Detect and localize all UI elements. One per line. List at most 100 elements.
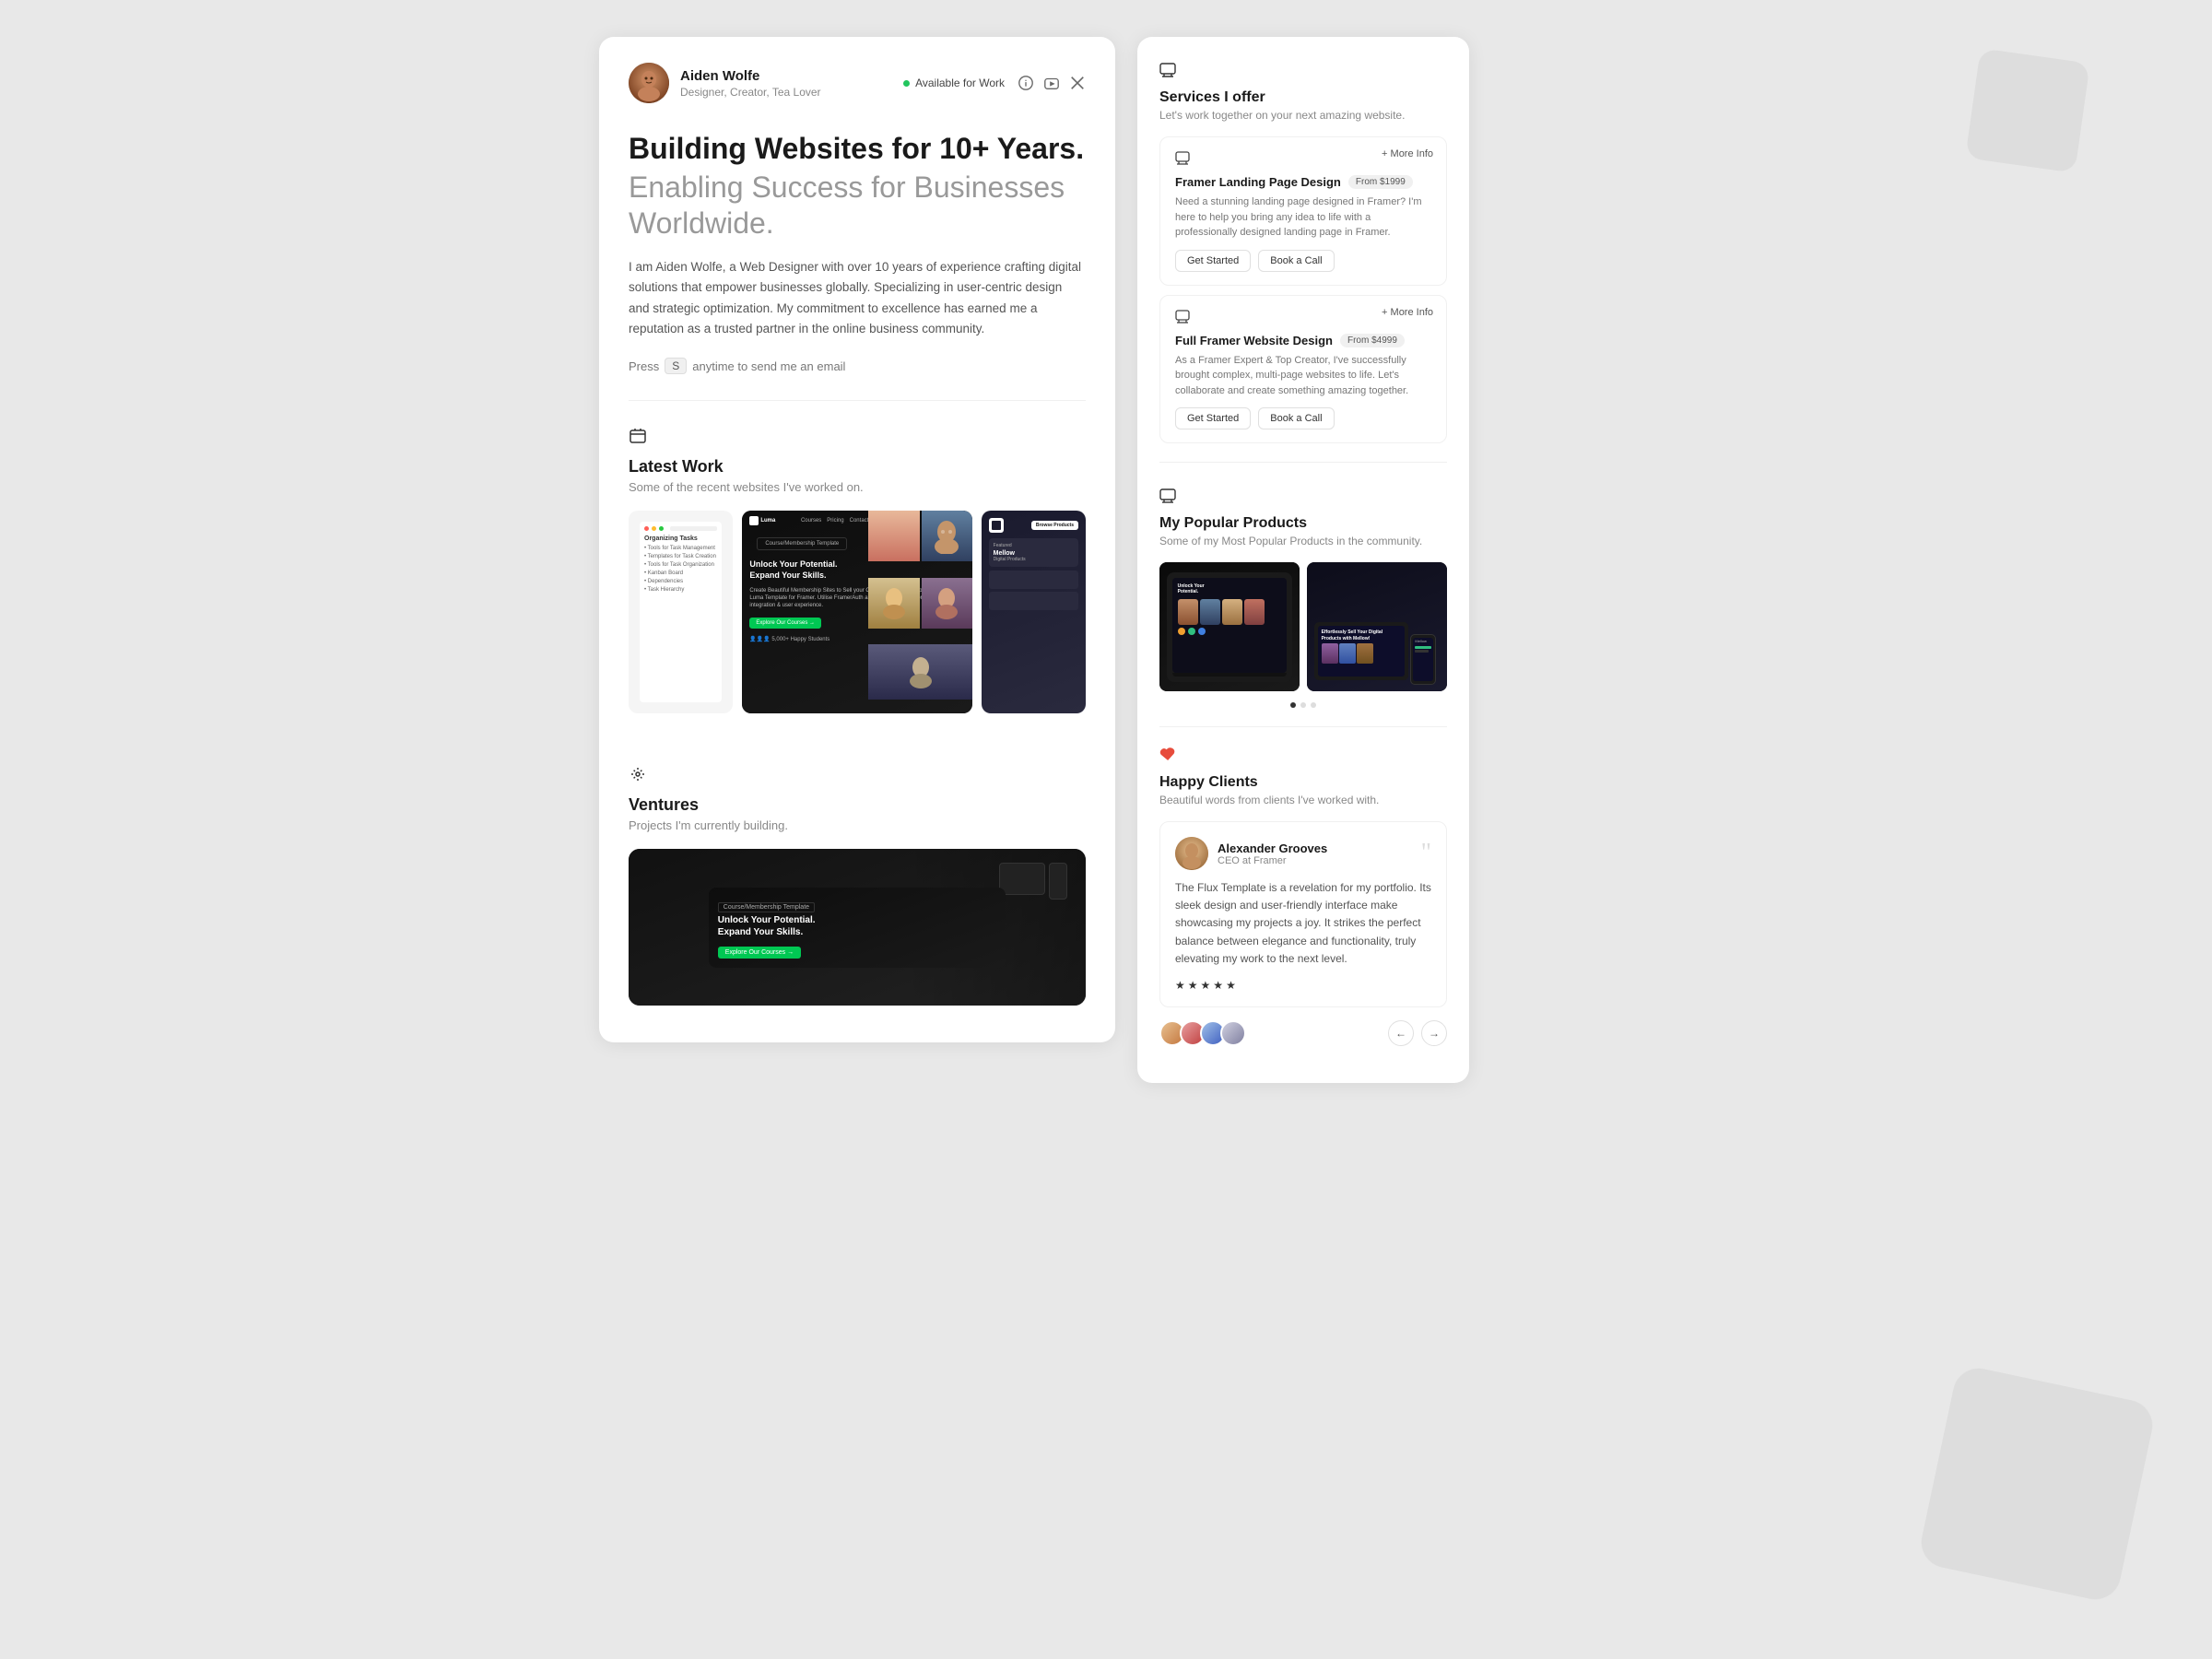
ventures-section: Ventures Projects I'm currently building… xyxy=(599,739,1115,1006)
product-card-2[interactable]: Effortlessly Sell Your Digital Products … xyxy=(1307,562,1447,691)
service-title-1: Framer Landing Page Design xyxy=(1175,175,1341,189)
card3-subtitle: Featured xyxy=(994,543,1074,548)
testimonial-name: Alexander Grooves xyxy=(1218,841,1327,855)
more-info-btn-1[interactable]: + More Info xyxy=(1382,148,1433,159)
testimonial-avatar xyxy=(1175,837,1208,870)
get-started-btn-1[interactable]: Get Started xyxy=(1175,250,1251,272)
hero-title-sub: Enabling Success for Businesses Worldwid… xyxy=(629,170,1086,241)
profile-header: Aiden Wolfe Designer, Creator, Tea Lover… xyxy=(599,37,1115,122)
testimonial-text: The Flux Template is a revelation for my… xyxy=(1175,879,1431,968)
venture-heading: Unlock Your Potential. xyxy=(718,915,996,925)
avatar xyxy=(629,63,669,103)
service-price-2: From $4999 xyxy=(1340,334,1405,347)
card1-item5: • Dependencies xyxy=(644,579,717,584)
left-panel: Aiden Wolfe Designer, Creator, Tea Lover… xyxy=(599,37,1115,1042)
card1-item4: • Kanban Board xyxy=(644,571,717,576)
carousel-dots xyxy=(1159,702,1447,708)
ventures-desc: Projects I'm currently building. xyxy=(629,818,1086,832)
star-4: ★ xyxy=(1213,979,1223,992)
ventures-card[interactable]: Course/Membership Template Unlock Your P… xyxy=(629,849,1086,1006)
carousel-dot-1[interactable] xyxy=(1290,702,1296,708)
work-card-2[interactable]: Luma CoursesPricingContact & SupportAbou… xyxy=(742,511,971,713)
service-desc-2: As a Framer Expert & Top Creator, I've s… xyxy=(1175,353,1431,399)
social-icons xyxy=(1018,75,1086,91)
services-icon xyxy=(1159,61,1447,82)
service-title-row-2: Full Framer Website Design From $4999 xyxy=(1175,334,1431,347)
carousel-dot-3[interactable] xyxy=(1311,702,1316,708)
service-buttons-1: Get Started Book a Call xyxy=(1175,250,1431,272)
header-right: Available for Work xyxy=(903,75,1086,91)
ventures-title: Ventures xyxy=(629,795,1086,815)
p2-heading: Effortlessly Sell Your Digital Products … xyxy=(1322,629,1402,641)
work-card-3[interactable]: Browse Products Featured Mellow Digital … xyxy=(982,511,1086,713)
star-3: ★ xyxy=(1201,979,1211,992)
testimonial-author-info: Alexander Grooves CEO at Framer xyxy=(1218,841,1327,866)
reviewer-avatars xyxy=(1159,1020,1246,1046)
card3-desc: Digital Products xyxy=(994,557,1074,562)
right-panel: Services I offer Let's work together on … xyxy=(1137,37,1469,1083)
venture-heading2: Expand Your Skills. xyxy=(718,927,996,937)
services-section: Services I offer Let's work together on … xyxy=(1137,37,1469,443)
star-5: ★ xyxy=(1226,979,1236,992)
youtube-icon[interactable] xyxy=(1043,75,1060,91)
profile-text: Aiden Wolfe Designer, Creator, Tea Lover xyxy=(680,68,821,99)
next-arrow[interactable]: → xyxy=(1421,1020,1447,1046)
p2-phone-text: Mellow xyxy=(1415,640,1431,644)
services-desc: Let's work together on your next amazing… xyxy=(1159,109,1447,122)
products-desc: Some of my Most Popular Products in the … xyxy=(1159,535,1447,547)
testimonials-section: Happy Clients Beautiful words from clien… xyxy=(1137,727,1469,1007)
card2-label-tag: Course/Membership Template xyxy=(757,537,847,550)
services-title: Services I offer xyxy=(1159,89,1447,106)
venture-btn[interactable]: Explore Our Courses → xyxy=(718,947,801,959)
latest-work-section: Latest Work Some of the recent websites … xyxy=(599,401,1115,713)
testimonial-header: Alexander Grooves CEO at Framer " xyxy=(1175,837,1431,870)
star-1: ★ xyxy=(1175,979,1185,992)
service-buttons-2: Get Started Book a Call xyxy=(1175,407,1431,429)
testimonial-author: Alexander Grooves CEO at Framer xyxy=(1175,837,1327,870)
more-info-btn-2[interactable]: + More Info xyxy=(1382,307,1433,318)
twitter-icon[interactable] xyxy=(1069,75,1086,91)
testimonial-role: CEO at Framer xyxy=(1218,855,1327,866)
book-call-btn-2[interactable]: Book a Call xyxy=(1258,407,1334,429)
star-rating: ★ ★ ★ ★ ★ xyxy=(1175,979,1431,992)
avatar-image xyxy=(629,63,669,103)
products-icon xyxy=(1159,487,1447,508)
hero-body: I am Aiden Wolfe, a Web Designer with ov… xyxy=(629,257,1086,339)
card1-title: Organizing Tasks xyxy=(644,535,717,542)
carousel-dot-2[interactable] xyxy=(1300,702,1306,708)
testimonial-nav: ← → xyxy=(1137,1007,1469,1046)
card1-item1: • Tools for Task Management xyxy=(644,546,717,551)
prev-arrow[interactable]: ← xyxy=(1388,1020,1414,1046)
star-2: ★ xyxy=(1188,979,1198,992)
testimonials-title: Happy Clients xyxy=(1159,774,1447,791)
testimonials-icon xyxy=(1159,746,1447,767)
get-started-btn-2[interactable]: Get Started xyxy=(1175,407,1251,429)
press-action: anytime to send me an email xyxy=(692,359,845,373)
latest-work-icon xyxy=(629,427,1086,450)
nav-arrows: ← → xyxy=(1388,1020,1447,1046)
card2-photos xyxy=(868,511,971,713)
products-grid: Unlock YourPotential. xyxy=(1159,562,1447,691)
latest-work-title: Latest Work xyxy=(629,457,1086,477)
service-title-2: Full Framer Website Design xyxy=(1175,334,1333,347)
card3-heading: Mellow xyxy=(994,550,1074,557)
hero-title-main: Building Websites for 10+ Years. xyxy=(629,131,1086,166)
products-section: My Popular Products Some of my Most Popu… xyxy=(1137,463,1469,708)
ventures-icon xyxy=(629,765,1086,788)
work-grid: Organizing Tasks • Tools for Task Manage… xyxy=(629,511,1086,713)
card1-item3: • Tools for Task Organization xyxy=(644,562,717,568)
available-badge: Available for Work xyxy=(903,76,1005,89)
work-card-1[interactable]: Organizing Tasks • Tools for Task Manage… xyxy=(629,511,733,713)
book-call-btn-1[interactable]: Book a Call xyxy=(1258,250,1334,272)
status-dot xyxy=(903,80,910,87)
card2-btn[interactable]: Explore Our Courses → xyxy=(749,618,821,629)
product-card-1[interactable]: Unlock YourPotential. xyxy=(1159,562,1300,691)
hero-section: Building Websites for 10+ Years. Enablin… xyxy=(599,122,1115,400)
service-title-row-1: Framer Landing Page Design From $1999 xyxy=(1175,175,1431,189)
service-card-2: + More Info Full Framer Website Design F… xyxy=(1159,295,1447,444)
venture-tag: Course/Membership Template xyxy=(718,902,815,912)
info-icon[interactable] xyxy=(1018,75,1034,91)
latest-work-desc: Some of the recent websites I've worked … xyxy=(629,480,1086,494)
service-price-1: From $1999 xyxy=(1348,175,1413,189)
service-desc-1: Need a stunning landing page designed in… xyxy=(1175,194,1431,241)
